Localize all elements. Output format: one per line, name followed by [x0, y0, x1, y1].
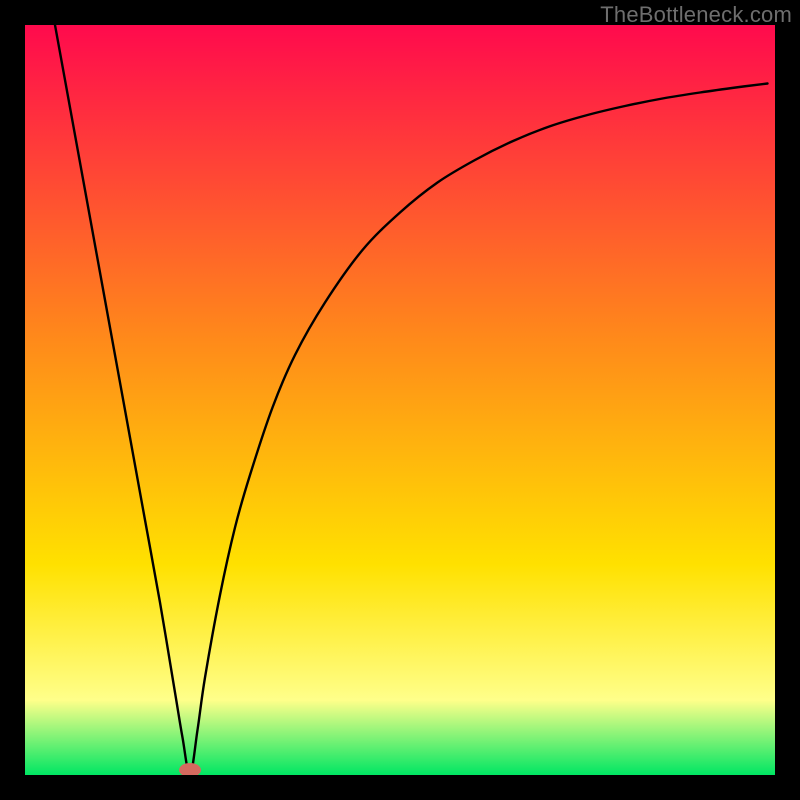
gradient-background	[25, 25, 775, 775]
watermark-text: TheBottleneck.com	[600, 2, 792, 28]
bottleneck-chart	[25, 25, 775, 775]
chart-frame: TheBottleneck.com	[0, 0, 800, 800]
